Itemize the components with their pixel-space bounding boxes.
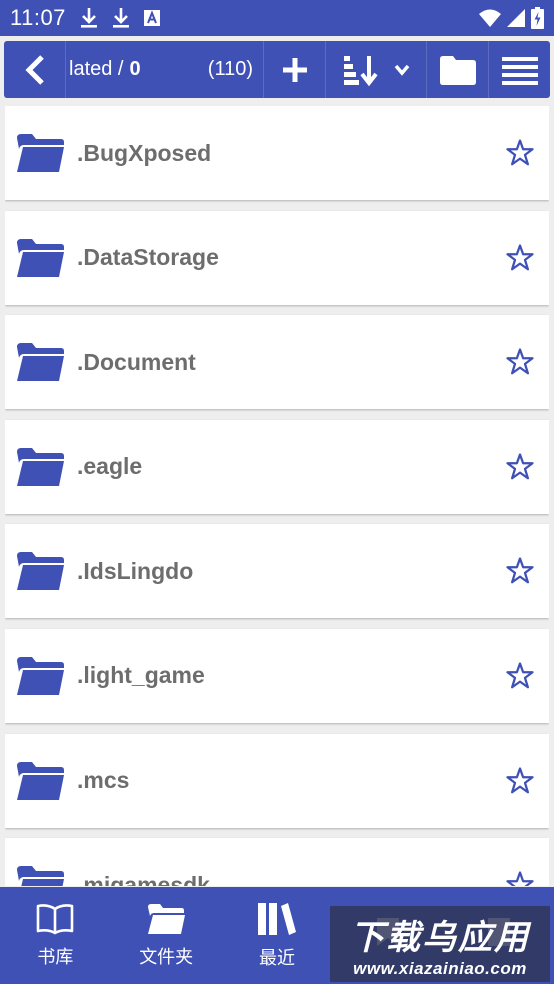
back-button[interactable] bbox=[4, 41, 66, 98]
sort-button[interactable] bbox=[326, 41, 427, 98]
list-item[interactable]: .eagle bbox=[5, 419, 549, 514]
star-icon[interactable] bbox=[505, 766, 535, 796]
folder-button[interactable] bbox=[427, 41, 489, 98]
folder-icon bbox=[17, 552, 64, 591]
star-icon[interactable] bbox=[505, 870, 535, 886]
star-icon[interactable] bbox=[505, 452, 535, 482]
watermark-url: www.xiazainiao.com bbox=[353, 958, 527, 978]
chevron-down-icon bbox=[394, 64, 410, 76]
download-icon bbox=[80, 8, 97, 28]
status-system-icons bbox=[479, 7, 544, 29]
file-name: .eagle bbox=[77, 453, 143, 480]
list-item[interactable]: .mcs bbox=[5, 733, 549, 828]
path-breadcrumb[interactable]: lated / 0 (110) bbox=[66, 41, 264, 98]
list-item[interactable]: .migamesdk bbox=[5, 838, 549, 886]
star-icon[interactable] bbox=[505, 243, 535, 273]
folder-icon bbox=[439, 55, 476, 85]
menu-button[interactable] bbox=[489, 41, 550, 98]
file-name: .mcs bbox=[77, 767, 130, 794]
nav-label: 书库 bbox=[37, 946, 74, 967]
wifi-icon bbox=[479, 9, 501, 27]
nav-library[interactable]: 书库 bbox=[0, 887, 111, 984]
battery-charging-icon bbox=[531, 7, 544, 29]
file-name: .Document bbox=[77, 348, 196, 375]
nav-label: 最近 bbox=[258, 947, 295, 968]
nav-folders[interactable]: 文件夹 bbox=[111, 887, 222, 984]
signal-icon bbox=[507, 9, 525, 27]
file-name: .DataStorage bbox=[77, 244, 219, 271]
path-label: lated / bbox=[69, 58, 124, 80]
plus-icon bbox=[282, 57, 307, 82]
list-item[interactable]: .Document bbox=[5, 315, 549, 410]
file-name: .light_game bbox=[77, 662, 205, 689]
file-list: .BugXposed .DataStorage .Document .eagle bbox=[5, 106, 549, 886]
star-icon[interactable] bbox=[505, 347, 535, 377]
path-current: 0 bbox=[129, 58, 141, 80]
watermark: 下载乌应用 www.xiazainiao.com bbox=[330, 906, 550, 982]
download-icon bbox=[112, 8, 129, 28]
nav-label: 文件夹 bbox=[139, 946, 194, 967]
folder-icon bbox=[148, 903, 186, 934]
file-name: .migamesdk bbox=[77, 871, 210, 886]
status-time: 11:07 bbox=[10, 5, 66, 30]
menu-icon bbox=[501, 56, 538, 85]
star-icon[interactable] bbox=[505, 138, 535, 168]
folder-icon bbox=[17, 761, 64, 800]
chevron-left-icon bbox=[24, 54, 44, 85]
watermark-title: 下载乌应用 bbox=[350, 918, 530, 957]
book-icon bbox=[37, 903, 74, 934]
folder-icon bbox=[17, 238, 64, 277]
folder-icon bbox=[17, 343, 64, 382]
folder-icon bbox=[17, 656, 64, 695]
folder-icon bbox=[17, 447, 64, 486]
star-icon[interactable] bbox=[505, 556, 535, 586]
folder-icon bbox=[17, 866, 64, 886]
sort-icon bbox=[344, 55, 378, 86]
books-icon bbox=[257, 902, 296, 935]
list-item[interactable]: .DataStorage bbox=[5, 210, 549, 305]
toolbar: lated / 0 (110) bbox=[4, 41, 550, 98]
list-item[interactable]: .BugXposed bbox=[5, 106, 549, 200]
status-notification-icons bbox=[80, 7, 160, 29]
item-count: (110) bbox=[207, 58, 253, 80]
list-item[interactable]: .light_game bbox=[5, 628, 549, 723]
folder-icon bbox=[17, 134, 64, 172]
nav-recent[interactable]: 最近 bbox=[222, 887, 333, 984]
list-item[interactable]: .IdsLingdo bbox=[5, 524, 549, 619]
file-name: .BugXposed bbox=[77, 139, 212, 166]
status-bar: 11:07 bbox=[0, 0, 554, 36]
font-a-icon bbox=[143, 10, 160, 26]
star-icon[interactable] bbox=[505, 661, 535, 691]
file-name: .IdsLingdo bbox=[77, 557, 194, 584]
add-button[interactable] bbox=[264, 41, 326, 98]
